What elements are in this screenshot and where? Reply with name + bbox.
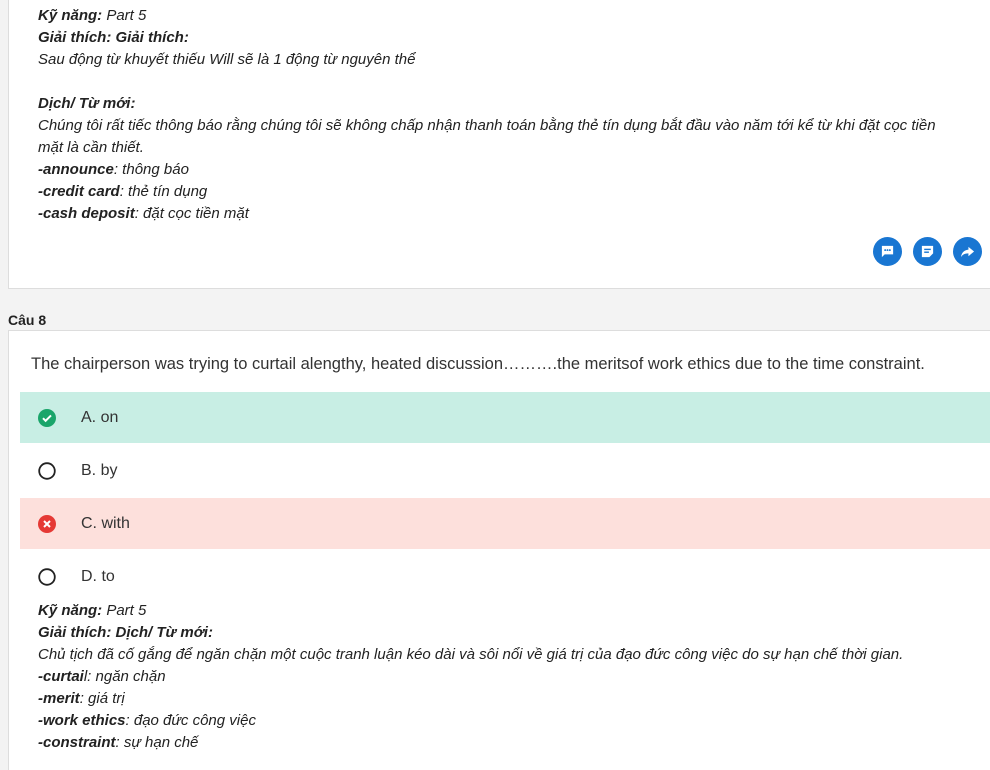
check-circle-icon bbox=[37, 408, 57, 428]
translation-line-1: Chúng tôi rất tiếc thông báo rằng chúng … bbox=[38, 117, 936, 134]
explanation-label: Giải thích: Dịch/ Từ mới: bbox=[38, 624, 213, 641]
vocab-item: -cash deposit: đặt cọc tiền mặt bbox=[38, 203, 936, 225]
option-a[interactable]: A. on bbox=[20, 392, 990, 443]
translation-line-2: mặt là cần thiết. bbox=[38, 139, 144, 156]
skill-line: Kỹ năng: Part 5 bbox=[38, 5, 936, 27]
vocab-word: -curtai bbox=[38, 668, 84, 685]
option-label: B. by bbox=[81, 461, 118, 479]
explanation-text: Chủ tịch đã cố gắng để ngăn chặn một cuộ… bbox=[38, 646, 904, 663]
vocab-word: -work ethics bbox=[38, 712, 126, 729]
option-d[interactable]: D. to bbox=[20, 551, 990, 602]
translation-label: Dịch/ Từ mới: bbox=[38, 95, 136, 112]
share-icon bbox=[960, 246, 975, 258]
share-button[interactable] bbox=[953, 237, 982, 266]
vocab-item: -work ethics: đạo đức công việc bbox=[38, 710, 903, 732]
vocab-item: -announce: thông báo bbox=[38, 159, 936, 181]
vocab-word: -merit bbox=[38, 690, 80, 707]
skill-line: Kỹ năng: Part 5 bbox=[38, 600, 903, 622]
note-icon bbox=[921, 245, 934, 258]
comment-button[interactable] bbox=[873, 237, 902, 266]
vocab-item: -credit card: thẻ tín dụng bbox=[38, 181, 936, 203]
radio-empty-icon bbox=[37, 461, 57, 481]
note-button[interactable] bbox=[913, 237, 942, 266]
question-text: The chairperson was trying to curtail al… bbox=[31, 355, 925, 373]
explanation-label: Giải thích: Giải thích: bbox=[38, 29, 189, 46]
option-b[interactable]: B. by bbox=[20, 445, 990, 496]
previous-explanation: Kỹ năng: Part 5 Giải thích: Giải thích: … bbox=[38, 5, 936, 225]
skill-label: Kỹ năng: bbox=[38, 602, 103, 619]
vocab-word: -cash deposit bbox=[38, 205, 135, 222]
x-circle-icon bbox=[37, 514, 57, 534]
vocab-meaning: : giá trị bbox=[79, 690, 125, 707]
option-c[interactable]: C. with bbox=[20, 498, 990, 549]
vocab-word: -constraint bbox=[38, 734, 116, 751]
vocab-meaning: : thẻ tín dụng bbox=[119, 183, 208, 200]
radio-empty-icon bbox=[37, 567, 57, 587]
vocab-item: -constraint: sự hạn chế bbox=[38, 732, 903, 754]
explanation-text: Sau động từ khuyết thiếu Will sẽ là 1 độ… bbox=[38, 51, 416, 68]
question-number: Câu 8 bbox=[8, 312, 47, 328]
vocab-meaning: : sự hạn chế bbox=[115, 734, 199, 751]
vocab-meaning: : đạo đức công việc bbox=[125, 712, 256, 729]
option-label: A. on bbox=[81, 408, 119, 426]
option-label: D. to bbox=[81, 567, 115, 585]
vocab-item: -merit: giá trị bbox=[38, 688, 903, 710]
vocab-word: -credit card bbox=[38, 183, 120, 200]
skill-label: Kỹ năng: bbox=[38, 7, 103, 24]
skill-value: Part 5 bbox=[102, 602, 147, 619]
question-explanation: Kỹ năng: Part 5 Giải thích: Dịch/ Từ mới… bbox=[38, 600, 903, 754]
comment-icon bbox=[881, 245, 894, 258]
vocab-meaning: : thông báo bbox=[113, 161, 189, 178]
skill-value: Part 5 bbox=[102, 7, 147, 24]
vocab-meaning: : đặt cọc tiền mặt bbox=[134, 205, 249, 222]
vocab-meaning: l: ngăn chặn bbox=[83, 668, 166, 685]
action-buttons bbox=[873, 237, 982, 266]
vocab-word: -announce bbox=[38, 161, 114, 178]
vocab-item: -curtail: ngăn chặn bbox=[38, 666, 903, 688]
option-label: C. with bbox=[81, 514, 130, 532]
